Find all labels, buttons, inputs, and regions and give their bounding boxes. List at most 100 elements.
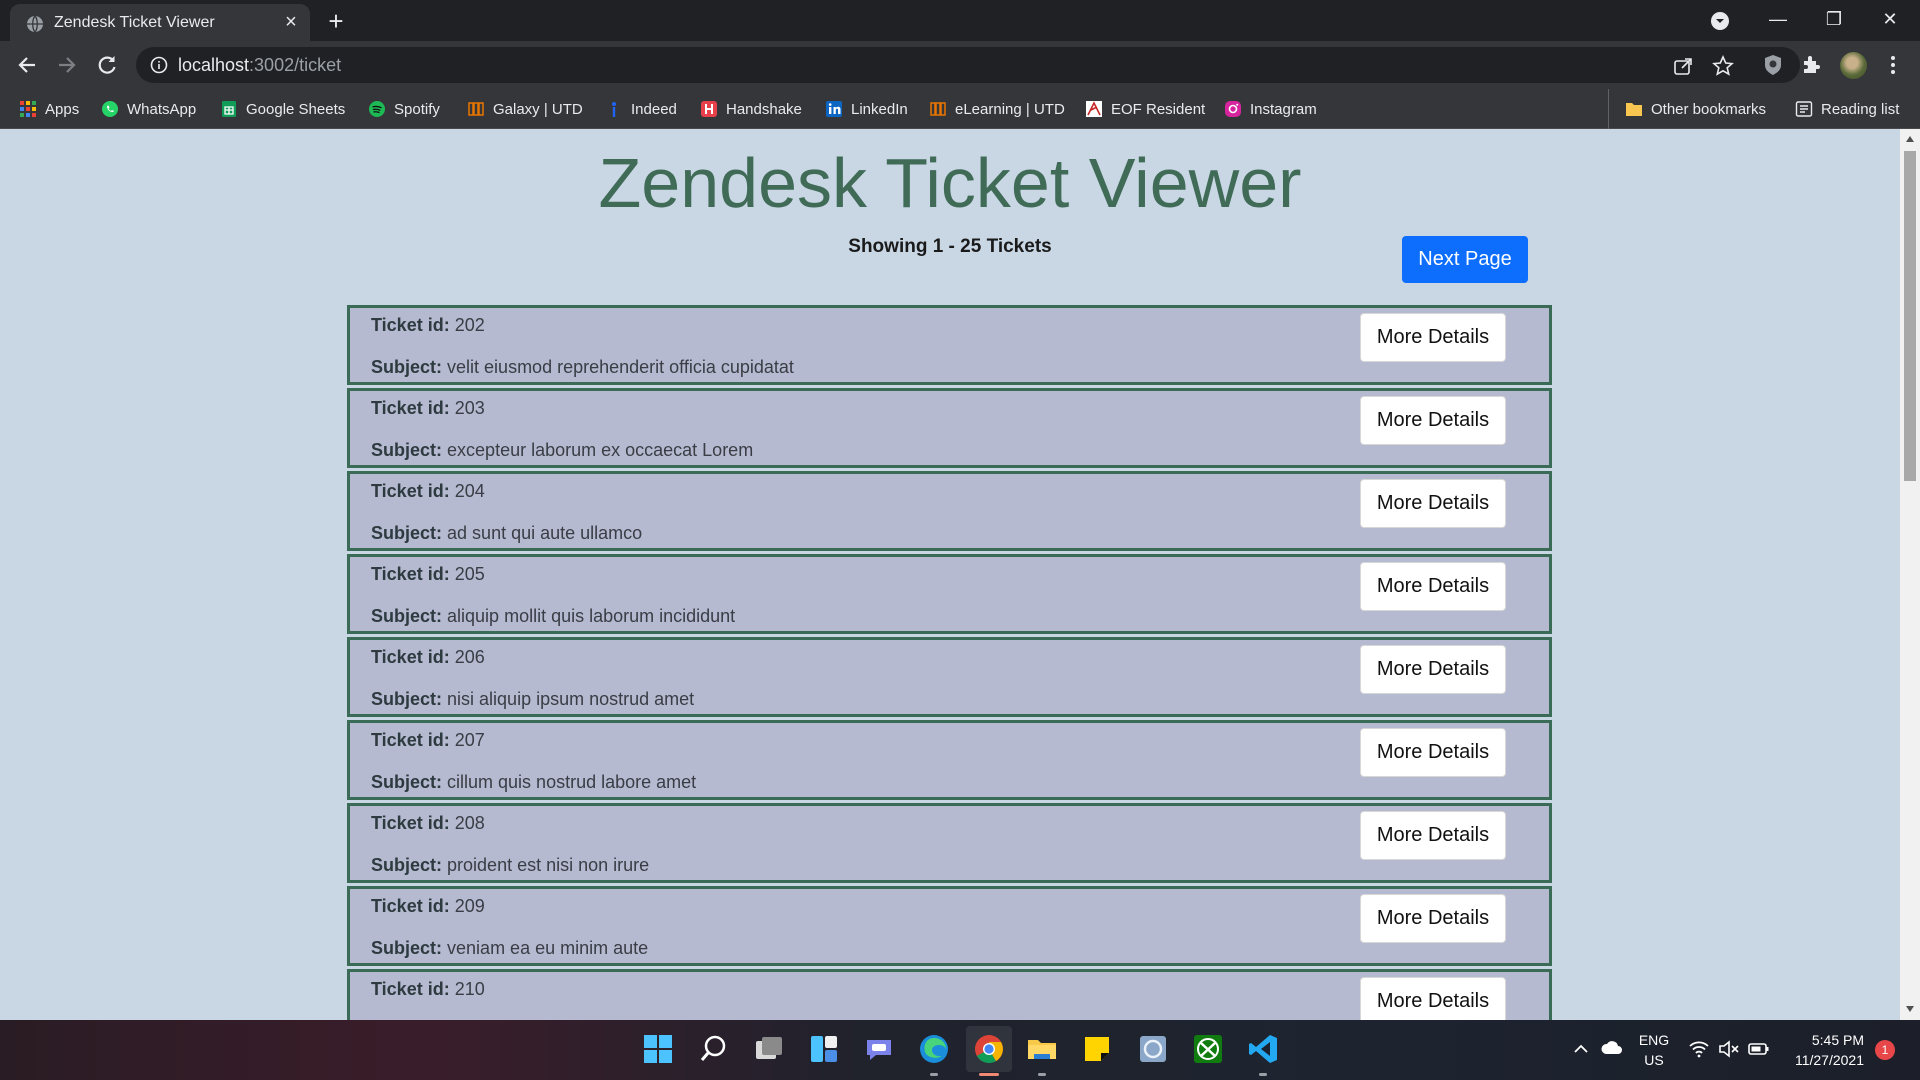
ticket-subject-label: Subject:	[371, 523, 443, 543]
more-details-button[interactable]: More Details	[1360, 562, 1506, 611]
ticket-row: Ticket id: 202 Subject: velit eiusmod re…	[347, 305, 1552, 385]
windows-start-icon[interactable]	[641, 1032, 675, 1066]
scroll-up-icon[interactable]	[1906, 136, 1914, 142]
chrome-icon	[975, 1035, 1003, 1063]
bookmark-spotify[interactable]: Spotify	[368, 89, 440, 129]
ticket-subject: Subject: aliquip mollit quis laborum inc…	[371, 606, 735, 627]
reading-list-icon	[1795, 101, 1813, 117]
share-icon[interactable]	[1672, 55, 1694, 77]
linkedin-icon	[826, 101, 842, 117]
bookmark-elearning-utd[interactable]: eLearning | UTD	[929, 89, 1065, 129]
battery-icon[interactable]	[1748, 1040, 1770, 1058]
reading-list-label: Reading list	[1821, 100, 1900, 118]
apps-grid-icon	[20, 101, 36, 117]
bookmark-instagram[interactable]: Instagram	[1224, 89, 1317, 129]
photos-icon[interactable]	[1136, 1032, 1170, 1066]
ticket-subject-value: veniam ea eu minim aute	[447, 938, 649, 958]
file-explorer-icon[interactable]	[1025, 1032, 1059, 1066]
bookmark-indeed[interactable]: Indeed	[605, 89, 677, 129]
task-view-icon[interactable]	[752, 1032, 786, 1066]
bookmark-apps[interactable]: Apps	[19, 89, 79, 129]
xbox-icon[interactable]	[1191, 1032, 1225, 1066]
ticket-id-value: 208	[454, 813, 485, 833]
site-info-icon[interactable]	[150, 56, 168, 74]
close-window-icon[interactable]: ✕	[1862, 0, 1918, 41]
chrome-active-indicator	[979, 1073, 999, 1076]
ticket-range-label: Showing 1 - 25 Tickets	[848, 236, 1052, 257]
teams-chat-icon[interactable]	[862, 1032, 896, 1066]
browser-tab[interactable]: Zendesk Ticket Viewer ×	[10, 4, 310, 41]
scroll-down-icon[interactable]	[1906, 1006, 1914, 1012]
minimize-icon[interactable]: —	[1750, 0, 1806, 41]
more-details-button[interactable]: More Details	[1360, 977, 1506, 1020]
search-icon[interactable]	[697, 1032, 731, 1066]
ticket-row: Ticket id: 210 More Details	[347, 969, 1552, 1020]
other-bookmarks[interactable]: Other bookmarks	[1608, 89, 1766, 129]
ticket-id: Ticket id: 204	[371, 481, 485, 502]
ticket-id-label: Ticket id:	[371, 481, 450, 501]
notification-badge[interactable]: 1	[1875, 1040, 1895, 1060]
ticket-list: Ticket id: 202 Subject: velit eiusmod re…	[347, 305, 1552, 1020]
bookmarks-bar: Apps WhatsApp Google Sheets Spotify Gala…	[0, 89, 1920, 129]
extension-shield-icon[interactable]	[1761, 53, 1785, 77]
more-details-button[interactable]: More Details	[1360, 894, 1506, 943]
more-details-button[interactable]: More Details	[1360, 728, 1506, 777]
back-icon[interactable]	[13, 51, 41, 79]
sticky-notes-icon[interactable]	[1080, 1032, 1114, 1066]
bookmark-eof-resident[interactable]: EOF Resident	[1085, 89, 1205, 129]
browser-menu-icon[interactable]	[1886, 53, 1900, 77]
wifi-icon[interactable]	[1688, 1039, 1710, 1059]
globe-icon	[27, 15, 43, 33]
more-details-button[interactable]: More Details	[1360, 811, 1506, 860]
close-tab-icon[interactable]: ×	[280, 11, 302, 33]
volume-muted-icon[interactable]	[1718, 1039, 1740, 1059]
ticket-row: Ticket id: 206 Subject: nisi aliquip ips…	[347, 637, 1552, 717]
bookmark-whatsapp[interactable]: WhatsApp	[101, 89, 196, 129]
restore-icon[interactable]: ❐	[1806, 0, 1862, 41]
more-details-button[interactable]: More Details	[1360, 313, 1506, 362]
bookmark-label: LinkedIn	[851, 100, 908, 118]
forward-icon[interactable]	[53, 51, 81, 79]
bookmark-handshake[interactable]: Handshake	[700, 89, 802, 129]
clock[interactable]: 5:45 PM 11/27/2021	[1780, 1020, 1864, 1080]
ticket-subject-value: proident est nisi non irure	[447, 855, 650, 875]
bookmark-google-sheets[interactable]: Google Sheets	[220, 89, 345, 129]
address-bar[interactable]: localhost:3002/ticket	[136, 47, 1800, 83]
scroll-thumb[interactable]	[1904, 151, 1916, 481]
more-details-button[interactable]: More Details	[1360, 479, 1506, 528]
reading-list[interactable]: Reading list	[1795, 89, 1899, 129]
widgets-icon[interactable]	[807, 1032, 841, 1066]
chrome-taskbar-button[interactable]	[966, 1026, 1012, 1072]
tab-search-icon[interactable]	[1709, 10, 1731, 32]
bookmark-galaxy-utd[interactable]: Galaxy | UTD	[467, 89, 583, 129]
ticket-subject-value: ad sunt qui aute ullamco	[447, 523, 643, 543]
chevron-up-icon[interactable]	[1572, 1040, 1590, 1058]
bookmark-linkedin[interactable]: LinkedIn	[825, 89, 908, 129]
profile-avatar[interactable]	[1840, 52, 1867, 79]
ticket-id-value: 203	[454, 398, 485, 418]
ticket-subject: Subject: ad sunt qui aute ullamco	[371, 523, 642, 544]
ticket-subject: Subject: nisi aliquip ipsum nostrud amet	[371, 689, 694, 710]
ticket-id: Ticket id: 210	[371, 979, 485, 1000]
bookmark-star-icon[interactable]	[1712, 55, 1734, 77]
next-page-button[interactable]: Next Page	[1402, 236, 1528, 283]
ticket-id-label: Ticket id:	[371, 647, 450, 667]
reload-icon[interactable]	[93, 51, 121, 79]
more-details-button[interactable]: More Details	[1360, 396, 1506, 445]
more-details-button[interactable]: More Details	[1360, 645, 1506, 694]
ticket-id-value: 205	[454, 564, 485, 584]
clock-date: 11/27/2021	[1794, 1052, 1864, 1068]
extensions-puzzle-icon[interactable]	[1800, 53, 1824, 77]
language-indicator[interactable]: ENG US	[1632, 1020, 1676, 1080]
page-scrollbar[interactable]	[1900, 129, 1920, 1020]
vscode-icon[interactable]	[1246, 1032, 1280, 1066]
ticket-row: Ticket id: 205 Subject: aliquip mollit q…	[347, 554, 1552, 634]
ticket-subject: Subject: veniam ea eu minim aute	[371, 938, 648, 959]
edge-running-indicator	[930, 1073, 938, 1076]
new-tab-icon[interactable]: +	[322, 8, 350, 36]
ticket-subject-label: Subject:	[371, 357, 443, 377]
onedrive-cloud-icon[interactable]	[1600, 1038, 1624, 1058]
region-code: US	[1644, 1052, 1664, 1068]
edge-icon[interactable]	[917, 1032, 951, 1066]
ticket-id-value: 209	[454, 896, 485, 916]
